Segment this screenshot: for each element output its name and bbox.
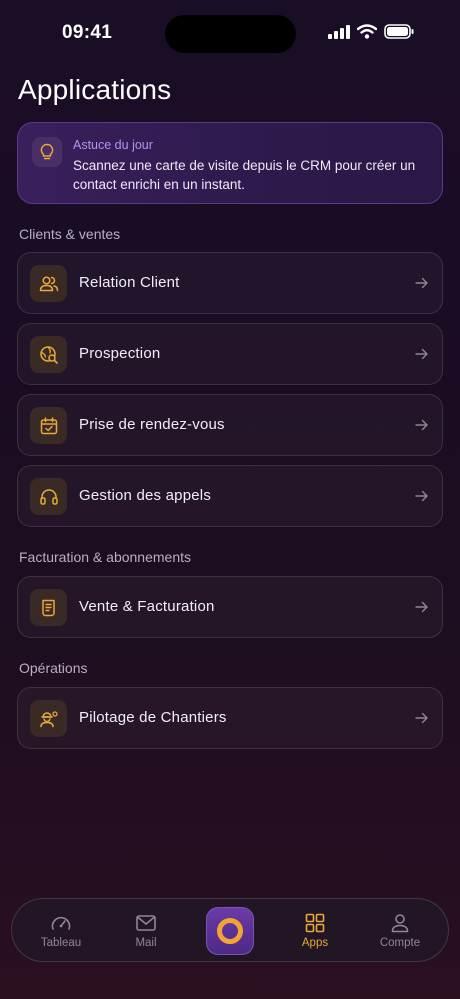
status-bar: 09:41 (0, 0, 460, 64)
arrow-right-icon (415, 601, 428, 613)
gauge-icon (51, 916, 71, 930)
tab-tableau[interactable]: Tableau (21, 899, 101, 963)
arrow-right-icon (415, 712, 428, 724)
app-label: Prospection (79, 345, 161, 362)
grid-icon (305, 913, 325, 933)
app-card-prospection[interactable]: Prospection (17, 323, 443, 385)
section-title-operations: Opérations (19, 660, 88, 676)
tab-label: Tableau (40, 937, 82, 949)
app-label: Vente & Facturation (79, 598, 215, 615)
arrow-right-icon (415, 419, 428, 431)
app-card-prise-de-rendez-vous[interactable]: Prise de rendez-vous (17, 394, 443, 456)
receipt-icon (30, 589, 67, 626)
tab-mail[interactable]: Mail (106, 899, 186, 963)
worker-icon (30, 700, 67, 737)
mail-icon (136, 915, 156, 931)
app-card-pilotage-de-chantiers[interactable]: Pilotage de Chantiers (17, 687, 443, 749)
status-icons (328, 24, 414, 39)
tab-bar: Tableau Mail Apps Compte (11, 898, 449, 962)
headset-icon (30, 478, 67, 515)
wifi-icon (357, 24, 377, 39)
tab-compte[interactable]: Compte (360, 899, 440, 963)
tab-label: Mail (135, 937, 157, 949)
tip-text: Scannez une carte de visite depuis le CR… (73, 158, 416, 192)
calendar-check-icon (30, 407, 67, 444)
center-action-button[interactable] (206, 907, 254, 955)
tab-label: Compte (379, 937, 421, 949)
logo-ring-icon (217, 918, 243, 944)
battery-icon (384, 24, 414, 39)
section-title-facturation: Facturation & abonnements (19, 549, 191, 565)
signal-icon (328, 24, 350, 39)
users-icon (30, 265, 67, 302)
app-label: Relation Client (79, 274, 180, 291)
arrow-right-icon (415, 277, 428, 289)
tab-apps[interactable]: Apps (275, 899, 355, 963)
app-card-relation-client[interactable]: Relation Client (17, 252, 443, 314)
arrow-right-icon (415, 490, 428, 502)
dynamic-island (165, 15, 296, 53)
tip-card: Astuce du jour Scannez une carte de visi… (17, 122, 443, 204)
arrow-right-icon (415, 348, 428, 360)
app-label: Pilotage de Chantiers (79, 709, 227, 726)
tip-label: Astuce du jour (73, 138, 153, 152)
app-label: Gestion des appels (79, 487, 212, 504)
app-card-gestion-des-appels[interactable]: Gestion des appels (17, 465, 443, 527)
globe-search-icon (30, 336, 67, 373)
tab-label: Apps (301, 937, 329, 949)
user-icon (391, 914, 409, 933)
section-title-clients: Clients & ventes (19, 226, 121, 242)
page-title: Applications (18, 74, 172, 105)
lightbulb-icon (32, 137, 62, 167)
status-time: 09:41 (62, 22, 113, 43)
app-label: Prise de rendez-vous (79, 416, 225, 433)
app-card-vente-facturation[interactable]: Vente & Facturation (17, 576, 443, 638)
